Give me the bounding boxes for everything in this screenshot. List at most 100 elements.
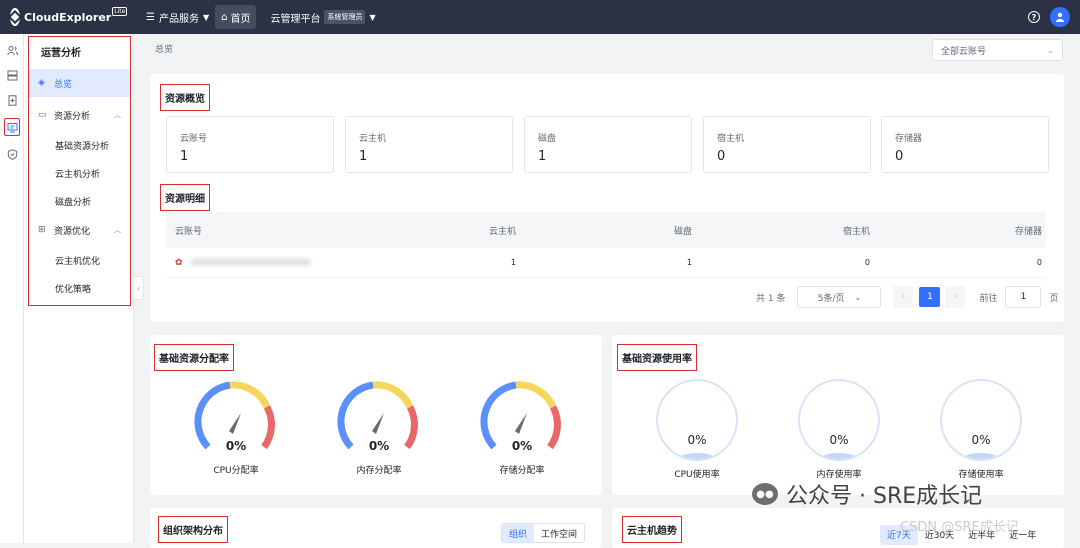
sidebar-item-label: 资源优化: [54, 226, 91, 237]
logo-text: CloudExplorer: [24, 10, 112, 24]
liquid-wave: [822, 453, 856, 459]
user-icon: [1056, 12, 1064, 22]
sidebar-item-label: 基础资源分析: [55, 141, 110, 152]
sidebar-collapse-button[interactable]: ‹: [134, 276, 144, 300]
home-icon: ⌂: [221, 11, 228, 23]
menu-cloud-platform[interactable]: 云管理平台 系统管理员 ▼: [264, 5, 381, 29]
monitor-icon: ▭: [38, 110, 47, 120]
redacted-account-name: [191, 258, 312, 266]
wechat-watermark: ●● 公众号 · SRE成长记: [752, 478, 982, 510]
page-size-select[interactable]: 5条/页 ⌄: [797, 286, 882, 308]
trend-title: 云主机趋势: [622, 516, 682, 543]
stat-storage: 存储器 0: [881, 116, 1049, 173]
sidebar-item-overview[interactable]: ◈ 总览: [28, 69, 131, 97]
module-rail: [0, 34, 24, 543]
next-page-button[interactable]: ›: [945, 286, 966, 308]
usage-value: 0%: [829, 433, 849, 447]
column-header: 云主机: [488, 226, 516, 237]
gauge-label: 存储分配率: [499, 466, 545, 476]
table-row[interactable]: ✿ 1 1 0 0: [166, 248, 1046, 278]
menu-home[interactable]: ⌂ 首页: [215, 5, 257, 29]
table-cell: 0: [1036, 258, 1042, 267]
list-icon: ☰: [146, 11, 155, 23]
pagination: 共 1 条 5条/页 ⌄ ‹ 1 › 前往 1 页: [756, 286, 1058, 308]
current-page[interactable]: 1: [919, 287, 941, 307]
liquid-wave: [680, 453, 714, 459]
column-header: 存储器: [1014, 226, 1042, 237]
prev-page-button[interactable]: ‹: [893, 286, 914, 308]
storage-usage-liquid: 0% 存储使用率: [938, 379, 1024, 480]
gauge-label: CPU分配率: [213, 466, 259, 476]
menu-product-services[interactable]: ☰ 产品服务 ▼: [140, 5, 215, 29]
gauge-value: 0%: [225, 439, 247, 453]
user-management-icon[interactable]: [5, 43, 19, 57]
sidebar-item-vm-analysis[interactable]: 云主机分析: [28, 159, 131, 187]
org-tabs: 组织 工作空间: [501, 523, 586, 543]
detail-title: 资源明细: [160, 184, 210, 211]
stat-label: 宿主机: [717, 134, 745, 144]
huawei-cloud-icon: ✿: [175, 257, 183, 268]
caret-down-icon: ▼: [202, 12, 210, 22]
stat-value: 0: [717, 149, 726, 164]
logo-badge: Lite: [112, 6, 128, 16]
sidebar-item-vm-optimization[interactable]: 云主机优化: [28, 246, 131, 274]
menu-label: 首页: [230, 13, 251, 25]
account-select[interactable]: 全部云账号 ⌄: [932, 39, 1063, 61]
page-size-value: 5条/页: [817, 293, 845, 304]
sidebar-item-label: 资源分析: [54, 111, 91, 122]
tab-org[interactable]: 组织: [502, 524, 535, 542]
resource-list-icon[interactable]: [5, 68, 19, 82]
document-add-icon[interactable]: [5, 93, 19, 107]
sidebar: 运营分析 ◈ 总览 ▭ 资源分析 ︿ 基础资源分析 云主机分析 磁盘分析 ⊞ 资…: [24, 34, 134, 543]
stat-label: 存储器: [895, 134, 923, 144]
cpu-usage-liquid: 0% CPU使用率: [654, 379, 740, 480]
chevron-up-icon: ︿: [114, 226, 121, 234]
grid-icon: ⊞: [38, 225, 46, 235]
usage-value: 0%: [687, 433, 707, 447]
gauge-label: 内存分配率: [356, 466, 402, 476]
usage-label: CPU使用率: [674, 470, 720, 480]
gauge-value: 0%: [511, 439, 533, 453]
column-header: 磁盘: [673, 226, 692, 237]
sidebar-item-label: 云主机优化: [55, 256, 101, 267]
storage-allocation-gauge: 0% 存储分配率: [479, 377, 565, 476]
overview-title: 资源概览: [160, 84, 210, 111]
app-logo[interactable]: CloudExplorer Lite: [7, 6, 128, 26]
stat-value: 1: [180, 149, 189, 164]
goto-page-input[interactable]: 1: [1005, 286, 1042, 308]
stat-vm: 云主机 1: [345, 116, 513, 173]
sidebar-item-optimization-policy[interactable]: 优化策略: [28, 274, 131, 302]
table-cell: 0: [864, 258, 870, 267]
breadcrumb: 总览: [155, 45, 174, 55]
overview-icon: ◈: [38, 78, 45, 88]
sidebar-item-label: 磁盘分析: [55, 197, 92, 208]
sidebar-item-basic-resource[interactable]: 基础资源分析: [28, 131, 131, 159]
operation-analysis-icon[interactable]: [4, 118, 20, 136]
allocation-title: 基础资源分配率: [154, 344, 234, 371]
caret-down-icon: ▼: [369, 12, 376, 22]
stat-cloud-account: 云账号 1: [166, 116, 334, 173]
menu-label: 云管理平台: [270, 13, 321, 25]
help-icon[interactable]: ?: [1028, 11, 1040, 23]
gauge-value: 0%: [368, 439, 390, 453]
cpu-allocation-gauge: 0% CPU分配率: [193, 377, 279, 476]
sidebar-item-label: 总览: [54, 79, 73, 90]
stat-label: 磁盘: [538, 134, 557, 144]
security-shield-icon[interactable]: [5, 147, 19, 161]
stat-value: 1: [538, 149, 547, 164]
org-title: 组织架构分布: [158, 516, 228, 543]
user-avatar[interactable]: [1050, 7, 1070, 27]
overview-card: 资源概览 云账号 1 云主机 1 磁盘 1 宿主机 0 存储器 0 资源明细 云…: [150, 74, 1064, 322]
usage-value: 0%: [971, 433, 991, 447]
sidebar-group-resource-optimization[interactable]: ⊞ 资源优化 ︿: [28, 216, 131, 244]
tab-workspace[interactable]: 工作空间: [534, 524, 584, 542]
column-header: 宿主机: [842, 226, 870, 237]
table-cell: 1: [686, 258, 692, 267]
pager-total: 共 1 条: [756, 293, 786, 304]
sidebar-group-resource-analysis[interactable]: ▭ 资源分析 ︿: [28, 101, 131, 129]
sidebar-item-disk-analysis[interactable]: 磁盘分析: [28, 187, 131, 215]
sidebar-item-label: 优化策略: [55, 284, 92, 295]
liquid-circle: [798, 379, 880, 461]
stat-value: 0: [895, 149, 904, 164]
usage-title: 基础资源使用率: [617, 344, 697, 371]
